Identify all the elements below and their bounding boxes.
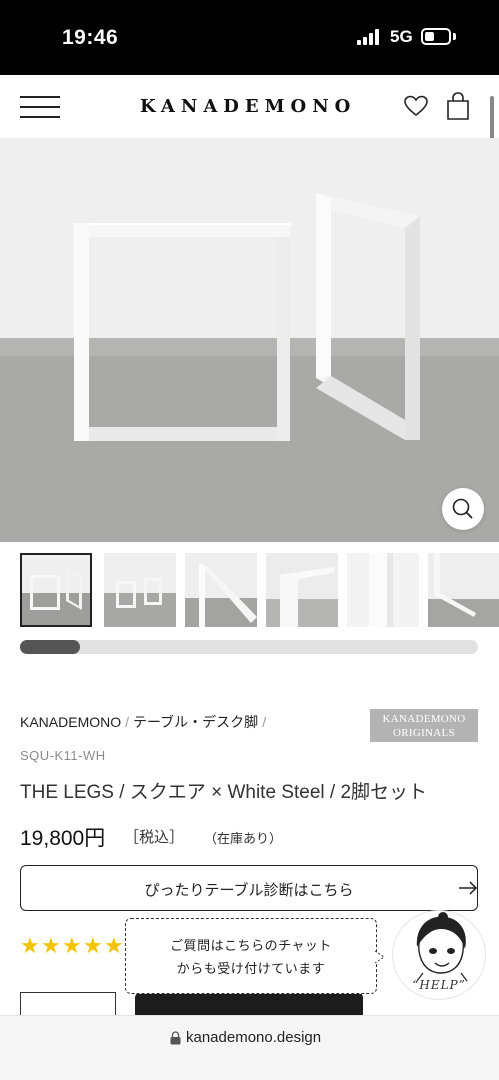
chat-line-2: からも受け付けています <box>176 961 326 976</box>
thumbnail-strip[interactable] <box>20 553 499 629</box>
arrow-right-icon <box>459 881 478 895</box>
star-icon: ★ <box>104 934 124 959</box>
thumbnail-5[interactable] <box>347 553 419 627</box>
help-chat-button[interactable]: “HELP” <box>392 910 486 1000</box>
thumbnail-3[interactable] <box>185 553 257 627</box>
diagnosis-button-label: ぴったりテーブル診断はこちら <box>144 882 354 899</box>
thumbnail-1[interactable] <box>20 553 92 627</box>
stock-status: （在庫あり） <box>204 831 283 846</box>
gallery-scroll-track[interactable] <box>20 640 478 654</box>
shopping-bag-icon[interactable] <box>446 92 470 120</box>
gallery-scroll-thumb[interactable] <box>20 640 80 654</box>
chat-prompt-text: ご質問はこちらのチャット からも受け付けています <box>126 934 376 980</box>
hamburger-icon[interactable] <box>20 95 60 119</box>
site-logo[interactable]: KANADEMONO <box>140 96 360 117</box>
status-time: 19:46 <box>62 26 119 49</box>
product-photo <box>0 138 499 542</box>
thumbnail-6[interactable] <box>428 553 499 627</box>
star-icon: ★ <box>62 934 82 959</box>
product-title: THE LEGS / スクエア × White Steel / 2脚セット <box>20 782 428 803</box>
breadcrumb-category[interactable]: テーブル・デスク脚 <box>133 714 258 730</box>
product-sku: SQU-K11-WH <box>20 748 106 763</box>
browser-url-bar[interactable] <box>0 1015 499 1080</box>
star-icon: ★ <box>41 934 61 959</box>
table-diagnosis-button[interactable]: ぴったりテーブル診断はこちら <box>20 865 478 911</box>
star-icon: ★ <box>83 934 103 959</box>
network-label: 5G <box>390 27 413 46</box>
product-price: 19,800円 <box>20 827 106 850</box>
product-main-image[interactable] <box>0 138 499 542</box>
chat-line-1: ご質問はこちらのチャット <box>170 938 332 953</box>
help-label: “HELP” <box>412 978 466 992</box>
battery-cap <box>453 33 456 40</box>
badge-line-2: ORIGINALS <box>393 727 455 739</box>
star-icon: ★ <box>20 934 40 959</box>
thumbnail-2[interactable] <box>104 553 176 627</box>
breadcrumb: KANADEMONO / テーブル・デスク脚 / <box>20 714 267 730</box>
site-header: KANADEMONO <box>0 75 499 138</box>
signal-icon <box>357 29 381 45</box>
badge-line-1: KANADEMONO <box>382 713 466 725</box>
tax-label: ［税込］ <box>124 829 185 846</box>
magnifier-icon <box>452 498 473 519</box>
chat-prompt-bubble[interactable]: ご質問はこちらのチャット からも受け付けています <box>125 918 377 994</box>
status-bar: 19:46 5G <box>0 0 499 75</box>
zoom-button[interactable] <box>442 488 484 530</box>
battery-icon <box>421 28 451 45</box>
chat-bubble-tail <box>375 950 385 964</box>
thumbnail-4[interactable] <box>266 553 338 627</box>
heart-icon[interactable] <box>404 95 428 117</box>
lock-icon <box>170 1031 181 1045</box>
url-text[interactable]: kanademono.design <box>186 1029 321 1046</box>
originals-badge: KANADEMONO ORIGINALS <box>370 709 478 742</box>
breadcrumb-brand[interactable]: KANADEMONO <box>20 714 121 730</box>
